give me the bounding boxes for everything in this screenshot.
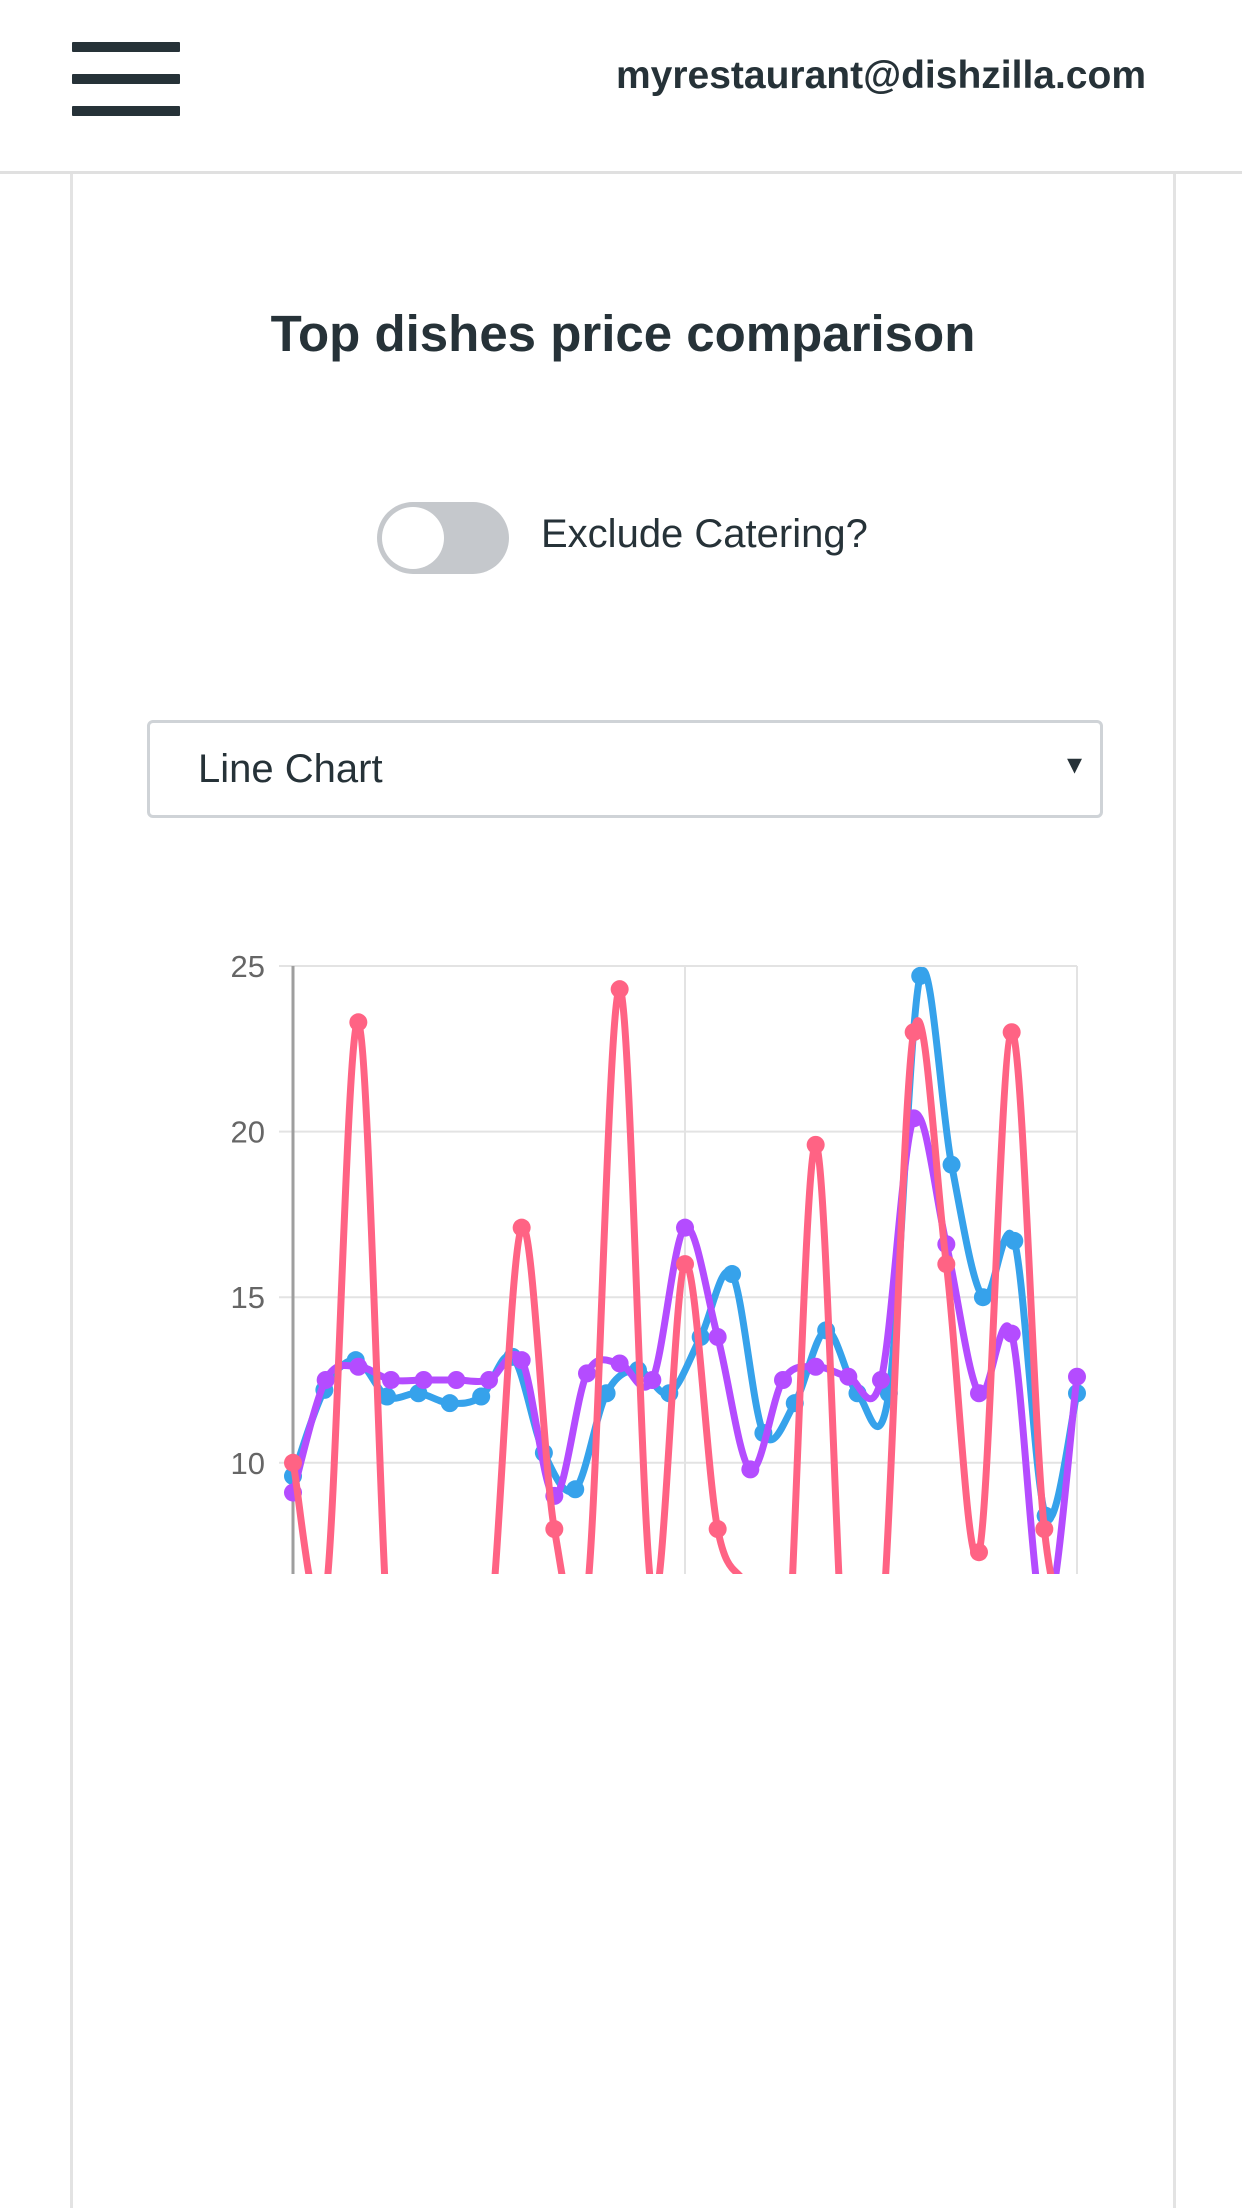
data-point-series-1	[973, 1288, 992, 1307]
data-point-series-2	[774, 1371, 792, 1389]
data-point-series-3	[970, 1543, 988, 1562]
data-point-series-3	[676, 1255, 694, 1274]
data-point-series-1	[472, 1387, 491, 1406]
data-point-series-1	[723, 1265, 742, 1284]
y-tick-label: 20	[231, 1115, 265, 1150]
data-point-series-1	[911, 966, 930, 985]
top-bar: myrestaurant@dishzilla.com	[0, 0, 1242, 174]
data-point-series-2	[1068, 1367, 1086, 1386]
data-point-series-3	[545, 1520, 564, 1539]
data-point-series-2	[839, 1367, 858, 1386]
data-point-series-2	[610, 1354, 629, 1373]
y-tick-label: 10	[231, 1446, 265, 1481]
y-tick-label: 25	[231, 949, 265, 984]
data-point-series-3	[349, 1013, 368, 1032]
data-point-series-2	[872, 1371, 890, 1389]
data-point-series-2	[741, 1460, 760, 1479]
data-point-series-2	[578, 1364, 596, 1383]
data-point-series-2	[447, 1371, 466, 1389]
account-email[interactable]: myrestaurant@dishzilla.com	[616, 54, 1146, 98]
data-point-series-3	[904, 1023, 923, 1042]
data-point-series-1	[942, 1155, 961, 1174]
data-point-series-3	[512, 1218, 531, 1237]
data-point-series-2	[1002, 1324, 1021, 1343]
data-point-series-2	[382, 1371, 400, 1389]
data-point-series-3	[284, 1453, 302, 1472]
data-point-series-2	[316, 1371, 335, 1389]
data-point-series-2	[970, 1384, 988, 1403]
data-point-series-2	[806, 1357, 825, 1376]
data-point-series-3	[1035, 1520, 1054, 1539]
chart-card: Top dishes price comparison Exclude Cate…	[70, 174, 1176, 2208]
data-point-series-2	[708, 1327, 727, 1346]
data-point-series-2	[349, 1357, 368, 1376]
data-point-series-3	[610, 980, 629, 999]
data-point-series-3	[806, 1135, 825, 1154]
data-point-series-2	[480, 1371, 498, 1389]
data-point-series-1	[440, 1394, 459, 1413]
y-tick-label: 15	[231, 1280, 265, 1315]
data-point-series-1	[1005, 1231, 1024, 1250]
data-point-series-2	[676, 1218, 694, 1237]
data-point-series-3	[937, 1255, 956, 1274]
data-point-series-2	[643, 1371, 662, 1389]
data-point-series-2	[512, 1351, 531, 1370]
hamburger-icon[interactable]	[72, 42, 180, 116]
data-point-series-2	[414, 1371, 433, 1389]
data-point-series-3	[708, 1520, 727, 1539]
data-point-series-3	[1002, 1023, 1021, 1042]
price-line-chart: 0510152025Adas PoloFish EntreesTiramisu	[231, 949, 1086, 1574]
data-point-series-1	[566, 1480, 585, 1499]
